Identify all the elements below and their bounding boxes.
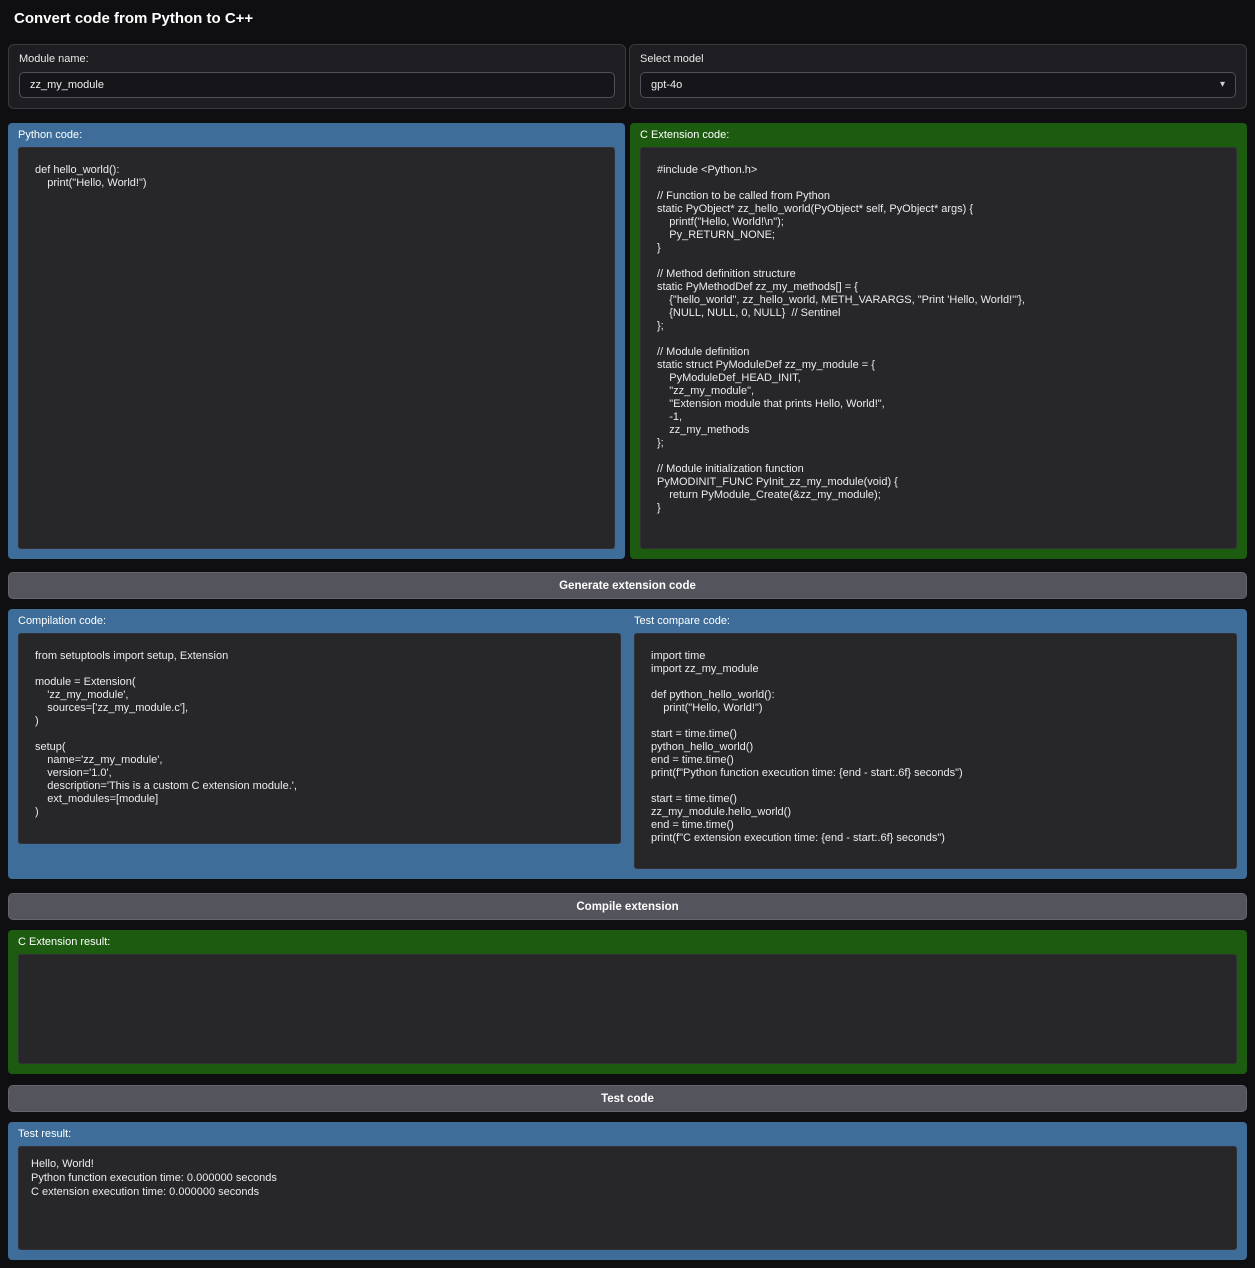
- c-extension-code-panel: C Extension code: #include <Python.h> //…: [630, 123, 1247, 559]
- compile-test-columns: Compilation code: from setuptools import…: [18, 615, 1237, 869]
- module-name-group: Module name:: [8, 44, 626, 109]
- model-select-label: Select model: [640, 53, 1236, 65]
- model-select[interactable]: gpt-4o ▾: [640, 72, 1236, 98]
- c-extension-code-label: C Extension code:: [640, 129, 1237, 141]
- app-container: Convert code from Python to C++ Module n…: [0, 0, 1255, 1268]
- generate-extension-code-button[interactable]: Generate extension code: [8, 572, 1247, 599]
- c-extension-result-label: C Extension result:: [18, 936, 1237, 948]
- model-select-group: Select model gpt-4o ▾: [629, 44, 1247, 109]
- module-name-label: Module name:: [19, 53, 615, 65]
- test-result-textarea[interactable]: Hello, World! Python function execution …: [18, 1146, 1237, 1250]
- module-name-input[interactable]: [19, 72, 615, 98]
- test-result-label: Test result:: [18, 1128, 1237, 1140]
- test-compare-code-label: Test compare code:: [634, 615, 1237, 627]
- python-code-label: Python code:: [18, 129, 615, 141]
- chevron-down-icon: ▾: [1220, 80, 1225, 90]
- c-extension-result-textarea[interactable]: [18, 954, 1237, 1064]
- python-code-textarea[interactable]: def hello_world(): print("Hello, World!"…: [18, 147, 615, 549]
- model-select-value: gpt-4o: [651, 79, 682, 91]
- test-compare-code-column: Test compare code: import time import zz…: [634, 615, 1237, 869]
- c-extension-code-textarea[interactable]: #include <Python.h> // Function to be ca…: [640, 147, 1237, 549]
- config-row: Module name: Select model gpt-4o ▾: [8, 44, 1247, 109]
- compile-test-panel: Compilation code: from setuptools import…: [8, 609, 1247, 879]
- python-code-panel: Python code: def hello_world(): print("H…: [8, 123, 625, 559]
- test-code-button[interactable]: Test code: [8, 1085, 1247, 1112]
- compilation-code-label: Compilation code:: [18, 615, 621, 627]
- compile-extension-button[interactable]: Compile extension: [8, 893, 1247, 920]
- test-result-panel: Test result: Hello, World! Python functi…: [8, 1122, 1247, 1260]
- source-code-row: Python code: def hello_world(): print("H…: [8, 123, 1247, 559]
- page-title: Convert code from Python to C++: [14, 10, 1241, 28]
- compilation-code-textarea[interactable]: from setuptools import setup, Extension …: [18, 633, 621, 844]
- test-compare-code-textarea[interactable]: import time import zz_my_module def pyth…: [634, 633, 1237, 869]
- c-extension-result-panel: C Extension result:: [8, 930, 1247, 1074]
- compilation-code-column: Compilation code: from setuptools import…: [18, 615, 621, 844]
